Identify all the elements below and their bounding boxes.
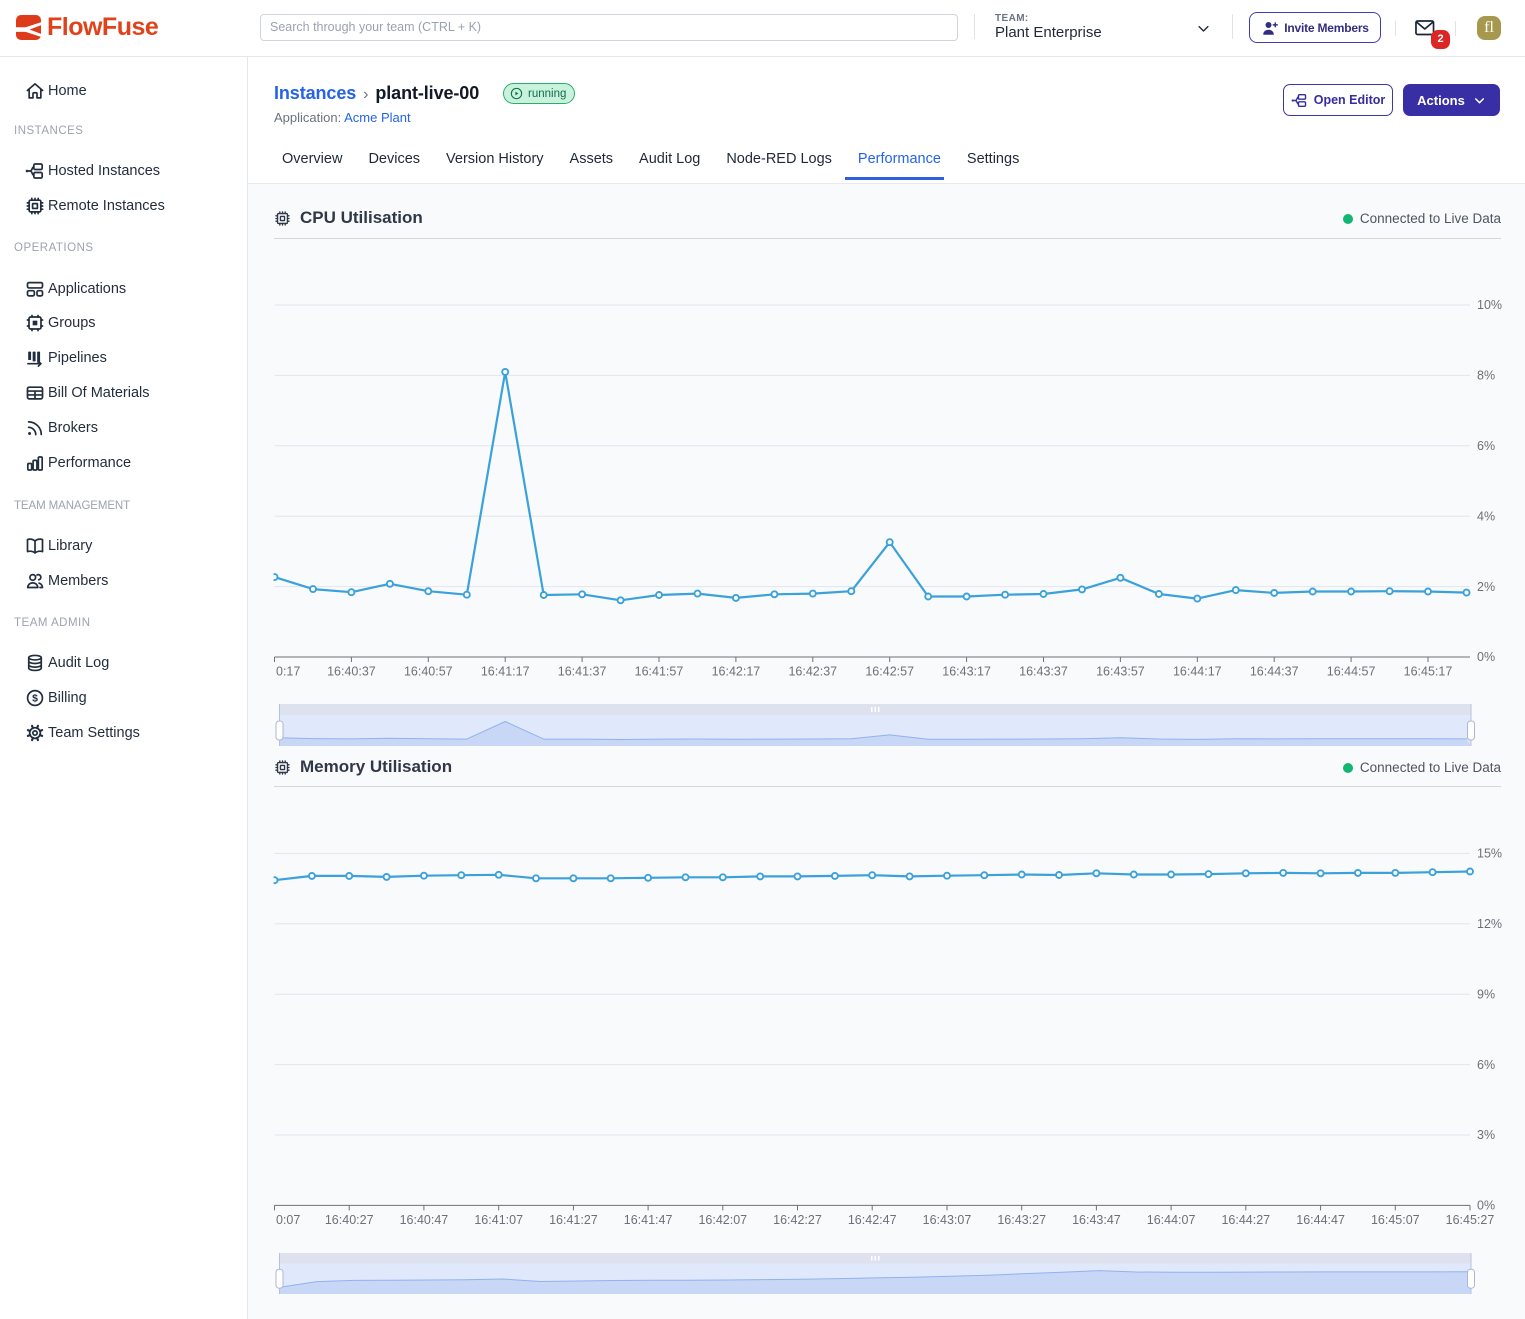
svg-text:2%: 2% — [1477, 580, 1495, 594]
svg-text:16:41:47: 16:41:47 — [624, 1213, 673, 1227]
svg-text:16:45:07: 16:45:07 — [1371, 1213, 1420, 1227]
svg-text:12%: 12% — [1477, 917, 1502, 931]
svg-text:16:41:37: 16:41:37 — [558, 665, 607, 679]
svg-text:16:40:27: 16:40:27 — [325, 1213, 374, 1227]
svg-text:16:43:57: 16:43:57 — [1096, 665, 1145, 679]
svg-text:16:40:37: 16:40:37 — [327, 665, 376, 679]
svg-text:0:07: 0:07 — [276, 1213, 300, 1227]
svg-text:6%: 6% — [1477, 1058, 1495, 1072]
svg-text:16:45:27: 16:45:27 — [1446, 1213, 1495, 1227]
svg-text:16:43:37: 16:43:37 — [1019, 665, 1068, 679]
svg-text:16:42:17: 16:42:17 — [712, 665, 761, 679]
svg-text:15%: 15% — [1477, 847, 1502, 861]
svg-text:16:44:57: 16:44:57 — [1327, 665, 1376, 679]
svg-text:16:45:17: 16:45:17 — [1404, 665, 1453, 679]
svg-text:16:40:47: 16:40:47 — [400, 1213, 449, 1227]
svg-text:16:42:07: 16:42:07 — [698, 1213, 747, 1227]
svg-text:16:41:27: 16:41:27 — [549, 1213, 598, 1227]
svg-text:16:43:07: 16:43:07 — [923, 1213, 972, 1227]
svg-text:16:41:57: 16:41:57 — [635, 665, 684, 679]
svg-text:16:44:17: 16:44:17 — [1173, 665, 1222, 679]
svg-text:16:44:27: 16:44:27 — [1221, 1213, 1270, 1227]
svg-text:16:42:57: 16:42:57 — [865, 665, 914, 679]
svg-text:16:41:07: 16:41:07 — [474, 1213, 523, 1227]
svg-text:16:44:37: 16:44:37 — [1250, 665, 1299, 679]
svg-text:16:44:07: 16:44:07 — [1147, 1213, 1196, 1227]
svg-text:16:40:57: 16:40:57 — [404, 665, 453, 679]
svg-text:0%: 0% — [1477, 1199, 1495, 1213]
svg-text:0:17: 0:17 — [276, 665, 300, 679]
svg-text:16:42:37: 16:42:37 — [788, 665, 837, 679]
svg-text:16:41:17: 16:41:17 — [481, 665, 530, 679]
svg-text:8%: 8% — [1477, 369, 1495, 383]
svg-text:16:44:47: 16:44:47 — [1296, 1213, 1345, 1227]
svg-text:16:43:47: 16:43:47 — [1072, 1213, 1121, 1227]
svg-text:6%: 6% — [1477, 439, 1495, 453]
svg-text:16:43:27: 16:43:27 — [997, 1213, 1046, 1227]
svg-text:16:42:47: 16:42:47 — [848, 1213, 897, 1227]
svg-text:3%: 3% — [1477, 1128, 1495, 1142]
svg-text:9%: 9% — [1477, 987, 1495, 1001]
svg-text:0%: 0% — [1477, 650, 1495, 664]
svg-text:16:42:27: 16:42:27 — [773, 1213, 822, 1227]
svg-text:4%: 4% — [1477, 509, 1495, 523]
svg-text:16:43:17: 16:43:17 — [942, 665, 991, 679]
svg-text:10%: 10% — [1477, 298, 1502, 312]
